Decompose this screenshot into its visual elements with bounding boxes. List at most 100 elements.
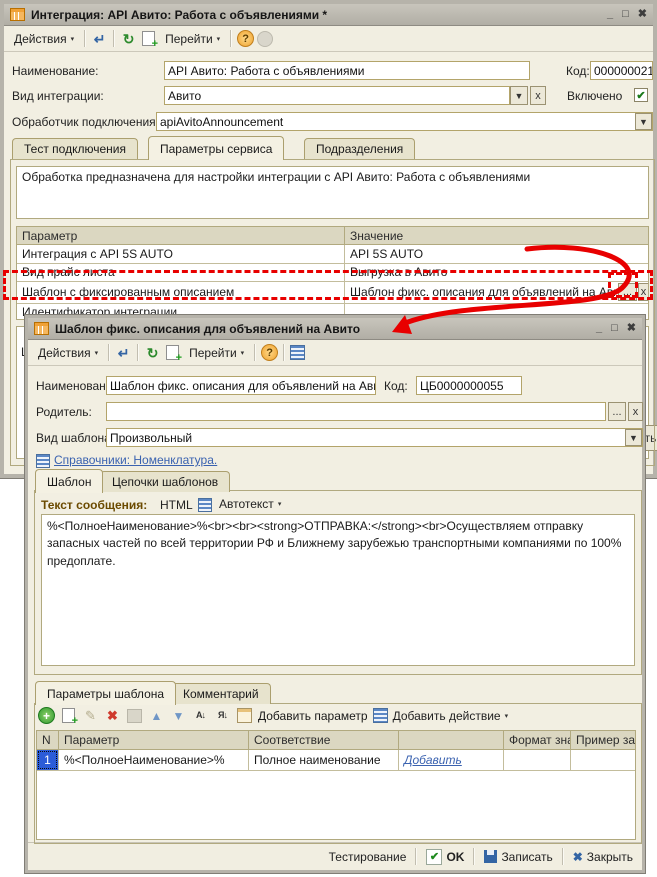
reread-icon[interactable]: ↵ [115,345,132,361]
dialog-window-controls: _ □ ✖ [596,323,636,334]
template-kind-label: Вид шаблона: [36,431,114,445]
go-menu[interactable]: Перейти ▾ [160,30,225,48]
catalog-icon [10,8,25,21]
go-menu-label: Перейти [189,346,237,360]
test-button-label: Тестирование [329,850,407,864]
template-kind-input[interactable]: Произвольный [106,428,643,447]
enabled-checkbox[interactable]: ✔ [634,88,648,102]
minimize-button[interactable]: _ [607,9,613,20]
template-params-panel [34,703,642,844]
refresh-icon[interactable]: ↻ [120,31,137,47]
footer-separator [562,848,564,865]
nomenclature-link[interactable]: Справочники: Номенклатура. [54,453,217,467]
main-titlebar[interactable]: Интеграция: API Авито: Работа с объявлен… [4,4,653,26]
help-icon[interactable]: ? [237,30,254,47]
integration-type-dropdown-button[interactable]: ▼ [510,86,528,105]
toolbar-separator [254,344,256,361]
tab-departments[interactable]: Подразделения [304,138,415,159]
template-name-input[interactable]: Шаблон фикс. описания для объявлений на … [106,376,376,395]
screenshot-root: Интеграция: API Авито: Работа с объявлен… [0,0,657,877]
structure-icon[interactable] [290,345,305,360]
toolbar-separator [84,30,86,47]
dropdown-icon: ▼ [515,91,524,101]
footer-separator [473,848,475,865]
main-toolbar: Действия ▾ ↵ ↻ Перейти ▾ ? [4,26,653,52]
parent-ellipsis-button[interactable]: ... [608,402,626,421]
template-code-input[interactable]: ЦБ0000000055 [416,376,522,395]
integration-type-label: Вид интеграции: [12,89,104,103]
tab-comment[interactable]: Комментарий [171,683,271,704]
dropdown-icon: ▼ [639,117,648,127]
close-button-label: Закрыть [587,850,633,864]
code-label: Код: [566,64,590,78]
main-window-controls: _ □ ✖ [607,9,647,20]
tab-test-connection[interactable]: Тест подключения [12,138,138,159]
save-button-label: Записать [501,850,552,864]
actions-menu[interactable]: Действия ▾ [9,30,79,48]
code-label: Код: [384,379,408,393]
template-kind-dropdown-button[interactable]: ▼ [625,429,642,446]
reread-icon[interactable]: ↵ [91,31,108,47]
toolbar-separator [108,344,110,361]
actions-menu-label: Действия [38,346,91,360]
refresh-icon[interactable]: ↻ [144,345,161,361]
document-plus-icon [142,31,155,46]
save-button[interactable]: Записать [484,850,552,864]
dialog-titlebar[interactable]: Шаблон фикс. описания для объявлений на … [28,318,642,340]
minimize-button[interactable]: _ [596,323,602,334]
catalog-link-icon [36,454,50,468]
actions-menu[interactable]: Действия ▾ [33,344,103,362]
handler-label: Обработчик подключения: [12,115,159,129]
enabled-label: Включено [567,89,622,103]
footer-separator [415,848,417,865]
parent-clear-button[interactable]: x [628,402,643,421]
close-button[interactable]: ✖ [627,323,636,334]
copy-add-icon[interactable] [164,345,181,361]
toolbar-separator [137,344,139,361]
dialog-title: Шаблон фикс. описания для объявлений на … [55,322,590,336]
handler-input[interactable]: apiAvitoAnnouncement [156,112,653,131]
name-label: Наименование: [12,64,99,78]
test-button[interactable]: Тестирование [329,850,407,864]
toolbar-separator [283,344,285,361]
close-dialog-button[interactable]: ✖Закрыть [573,850,633,864]
chevron-down-icon: ▾ [241,349,245,357]
dialog-footer: Тестирование ✔ OK Записать ✖Закрыть [28,842,642,870]
template-panel [34,490,642,675]
ok-button-label: OK [446,850,464,864]
parent-input[interactable] [106,402,606,421]
tab-template[interactable]: Шаблон [35,469,103,493]
maximize-button[interactable]: □ [622,9,629,20]
integration-type-clear-button[interactable]: x [530,86,546,105]
actions-menu-label: Действия [14,32,67,46]
integration-type-input[interactable]: Авито [164,86,510,105]
code-input[interactable]: 000000021 [590,61,653,80]
ok-button[interactable]: ✔ OK [426,849,464,865]
toolbar-separator [113,30,115,47]
tab-template-params[interactable]: Параметры шаблона [35,681,176,705]
tab-service-params[interactable]: Параметры сервиса [148,136,284,160]
tab-template-chains[interactable]: Цепочки шаблонов [100,471,230,492]
chevron-down-icon: ▾ [95,349,99,357]
copy-add-icon[interactable] [140,31,157,47]
chevron-down-icon: ▾ [71,35,75,43]
document-plus-icon [166,345,179,360]
catalog-icon [34,322,49,335]
help-icon[interactable]: ? [261,344,278,361]
go-menu-label: Перейти [165,32,213,46]
check-icon: ✔ [636,89,645,102]
ok-check-icon: ✔ [426,849,442,865]
template-dialog: Шаблон фикс. описания для объявлений на … [25,315,645,873]
parent-label: Родитель: [36,405,92,419]
chevron-down-icon: ▾ [217,35,221,43]
go-menu[interactable]: Перейти ▾ [184,344,249,362]
floppy-icon [484,850,497,863]
maximize-button[interactable]: □ [611,323,618,334]
dropdown-icon: ▼ [629,433,638,443]
close-button[interactable]: ✖ [638,9,647,20]
name-input[interactable]: API Авито: Работа с объявлениями [164,61,530,80]
handler-dropdown-button[interactable]: ▼ [635,113,652,130]
disabled-tool-icon [257,31,273,47]
dialog-toolbar: Действия ▾ ↵ ↻ Перейти ▾ ? [28,340,642,366]
main-window-title: Интеграция: API Авито: Работа с объявлен… [31,8,601,22]
